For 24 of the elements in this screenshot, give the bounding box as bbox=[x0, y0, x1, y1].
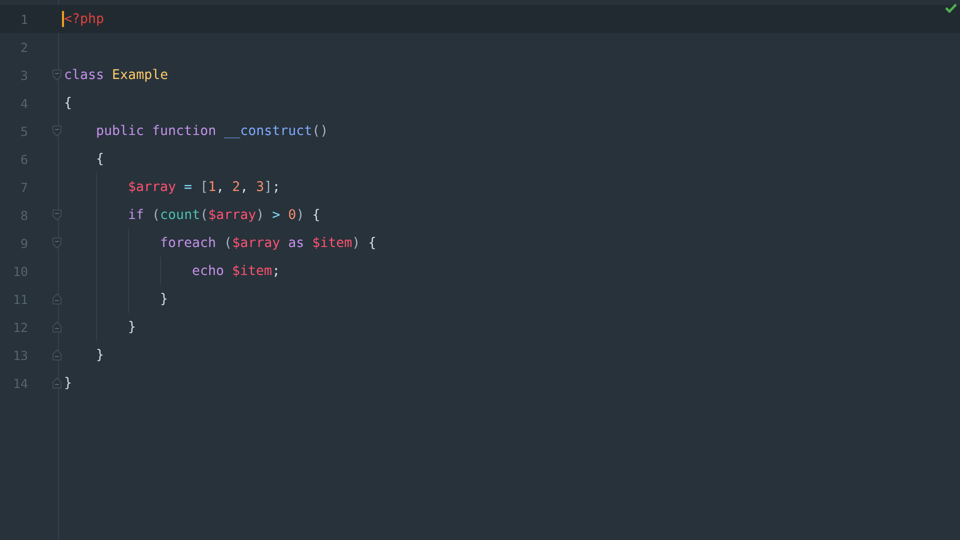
unfold-icon[interactable] bbox=[52, 293, 62, 305]
code-line: <?php bbox=[64, 12, 104, 26]
fold-icon[interactable] bbox=[52, 237, 62, 249]
fold-icon[interactable] bbox=[52, 125, 62, 137]
fold-icon[interactable] bbox=[52, 209, 62, 221]
code-line: echo $item; bbox=[192, 264, 280, 278]
line-number: 1 bbox=[19, 12, 28, 26]
code-line: } bbox=[128, 320, 136, 334]
code-line: } bbox=[160, 292, 168, 306]
code-line: foreach ($array as $item) { bbox=[160, 236, 376, 250]
code-line: public function __construct() bbox=[96, 124, 328, 138]
code-line: } bbox=[64, 376, 72, 390]
code-line: $array = [1, 2, 3]; bbox=[128, 180, 280, 194]
code-line: if (count($array) > 0) { bbox=[128, 208, 320, 222]
text-cursor bbox=[62, 11, 64, 27]
unfold-icon[interactable] bbox=[52, 321, 62, 333]
code-line: { bbox=[64, 96, 72, 110]
unfold-icon[interactable] bbox=[52, 377, 62, 389]
fold-icon[interactable] bbox=[52, 69, 62, 81]
check-icon bbox=[945, 3, 957, 13]
code-line: } bbox=[96, 348, 104, 362]
code-line: { bbox=[96, 152, 104, 166]
unfold-icon[interactable] bbox=[52, 349, 62, 361]
code-line: class Example bbox=[64, 68, 168, 82]
